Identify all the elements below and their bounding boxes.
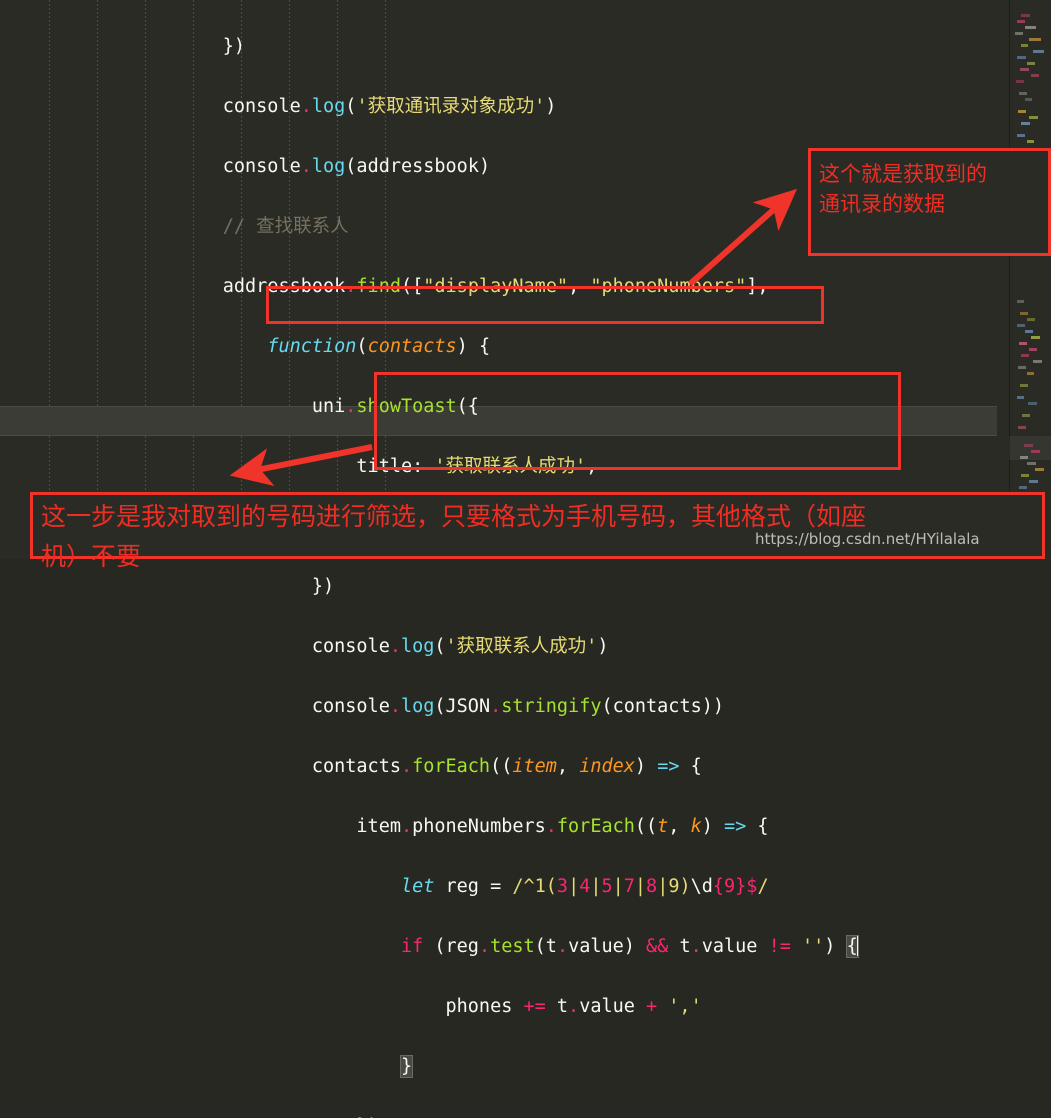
minimap-code-row: [1018, 366, 1026, 369]
annotation-note-right: 这个就是获取到的 通讯录的数据: [808, 148, 1051, 256]
minimap-code-row: [1020, 456, 1028, 459]
minimap-code-row: [1027, 372, 1034, 375]
minimap-code-row: [1025, 330, 1033, 333]
minimap-code-row: [1024, 444, 1033, 447]
minimap-code-row: [1021, 122, 1030, 125]
minimap-code-row: [1031, 450, 1040, 453]
minimap-code-row: [1022, 414, 1030, 417]
minimap-code-row: [1016, 80, 1024, 83]
annotation-note-right-line1: 这个就是获取到的: [819, 162, 987, 186]
code-line[interactable]: console.log(JSON.stringify(contacts)): [0, 692, 1051, 722]
minimap-code-row: [1017, 56, 1026, 59]
minimap-code-row: [1029, 348, 1037, 351]
arrow-to-bottom-note: [229, 444, 373, 487]
minimap-code-row: [1025, 26, 1036, 29]
minimap-code-row: [1027, 318, 1035, 321]
minimap-code-row: [1017, 20, 1025, 23]
code-line[interactable]: }): [0, 1112, 1051, 1118]
minimap-code-row: [1021, 354, 1029, 357]
code-line[interactable]: item.phoneNumbers.forEach((t, k) => {: [0, 812, 1051, 842]
minimap-code-row: [1028, 402, 1037, 405]
minimap-code-row: [1027, 462, 1036, 465]
minimap-code-row: [1027, 62, 1035, 65]
minimap-code-row: [1035, 468, 1044, 471]
minimap-code-row: [1020, 68, 1029, 71]
minimap-code-row: [1031, 336, 1040, 339]
minimap-code-row: [1033, 50, 1044, 53]
minimap-code-row: [1021, 44, 1028, 47]
annotation-note-right-line2: 通讯录的数据: [819, 192, 945, 216]
code-line[interactable]: console.log('获取通讯录对象成功'): [0, 92, 1051, 122]
minimap-code-row: [1021, 474, 1029, 477]
minimap-code-row: [1033, 360, 1042, 363]
minimap-viewport-slider[interactable]: [1009, 436, 1051, 460]
minimap-code-row: [1021, 14, 1030, 17]
minimap-code-row: [1020, 384, 1028, 387]
minimap-code-row: [1018, 110, 1026, 113]
minimap-code-row: [1029, 38, 1041, 41]
code-line[interactable]: if (reg.test(t.value) && t.value != '') …: [0, 932, 1051, 962]
annotation-box-regex-filter: [374, 372, 901, 470]
code-line[interactable]: }): [0, 32, 1051, 62]
arrow-to-right-note: [688, 188, 798, 287]
minimap-code-row: [1027, 140, 1034, 143]
code-minimap[interactable]: [997, 0, 1051, 559]
annotation-note-bottom: 这一步是我对取到的号码进行筛选，只要格式为手机号码，其他格式（如座 机）不要: [30, 492, 1045, 571]
minimap-code-row: [1019, 342, 1027, 345]
code-line[interactable]: phones += t.value + ',': [0, 992, 1051, 1022]
minimap-code-row: [1015, 32, 1023, 35]
minimap-divider: [1009, 0, 1010, 559]
minimap-code-row: [1017, 396, 1024, 399]
code-line[interactable]: console.log('获取联系人成功'): [0, 632, 1051, 662]
code-editor-surface[interactable]: }) console.log('获取通讯录对象成功') console.log(…: [0, 0, 1051, 1118]
minimap-code-row: [1019, 92, 1027, 95]
code-line[interactable]: let reg = /^1(3|4|5|7|8|9)\d{9}$/: [0, 872, 1051, 902]
minimap-code-row: [1025, 98, 1032, 101]
minimap-code-row: [1031, 74, 1039, 77]
code-line[interactable]: function(contacts) {: [0, 332, 1051, 362]
code-line[interactable]: contacts.forEach((item, index) => {: [0, 752, 1051, 782]
watermark-url: https://blog.csdn.net/HYilalala: [755, 530, 980, 548]
code-line[interactable]: }: [0, 1052, 1051, 1082]
minimap-code-row: [1019, 486, 1027, 489]
minimap-code-row: [1018, 426, 1026, 429]
minimap-code-row: [1029, 116, 1038, 119]
minimap-code-row: [1017, 324, 1025, 327]
minimap-code-row: [1029, 480, 1038, 483]
minimap-code-row: [1017, 300, 1024, 303]
minimap-code-row: [1017, 134, 1025, 137]
minimap-code-row: [1020, 312, 1028, 315]
